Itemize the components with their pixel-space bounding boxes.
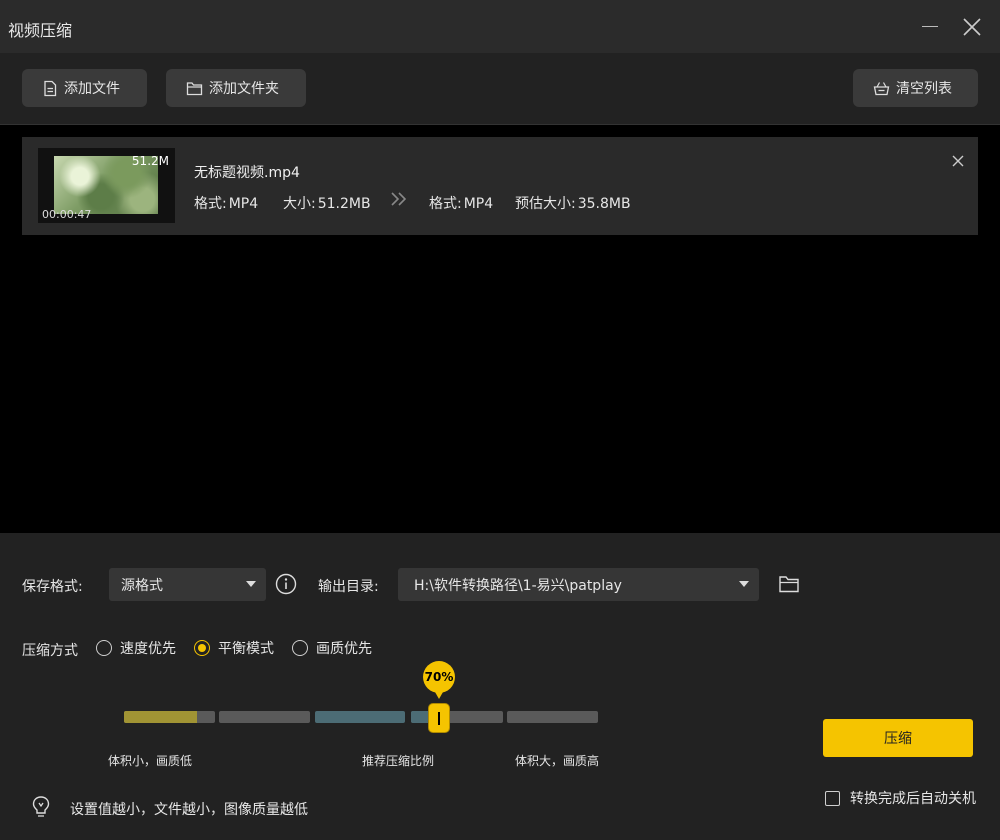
estimated-size-label: 预估大小: [515, 196, 576, 212]
save-format-label: 保存格式: [22, 579, 83, 595]
clear-list-label: 清空列表 [896, 81, 952, 97]
lightbulb-icon [31, 795, 51, 819]
add-file-label: 添加文件 [64, 81, 120, 97]
basket-icon [873, 81, 890, 95]
slider-handle[interactable] [428, 703, 450, 733]
remove-file-icon[interactable] [948, 151, 968, 171]
source-format-label: 格式: [194, 196, 227, 212]
auto-shutdown-label: 转换完成后自动关机 [850, 791, 976, 807]
radio-label: 速度优先 [120, 641, 176, 657]
slider-segment[interactable] [507, 711, 598, 723]
file-list: 51.2M 00:00:47 无标题视频.mp4 格式: MP4 大小: 51.2M… [0, 126, 1000, 533]
window-title: 视频压缩 [8, 21, 73, 40]
minimize-icon[interactable] [914, 8, 948, 44]
settings-panel: 保存格式: 源格式 输出目录: H:\软件转换路径\1-易兴\patplay 压… [0, 533, 1000, 840]
chevron-down-icon [739, 581, 749, 587]
slider-segment[interactable] [315, 711, 405, 723]
radio-label: 画质优先 [316, 641, 372, 657]
video-thumbnail: 51.2M 00:00:47 [38, 148, 175, 223]
slider-segment-fill [124, 711, 197, 723]
hint-text: 设置值越小，文件越小，图像质量越低 [70, 802, 308, 818]
output-dir-select[interactable]: H:\软件转换路径\1-易兴\patplay [398, 568, 759, 601]
radio-quality-priority[interactable]: 画质优先 [292, 638, 372, 658]
folder-icon [186, 81, 203, 95]
file-item[interactable]: 51.2M 00:00:47 无标题视频.mp4 格式: MP4 大小: 51.2M… [22, 137, 978, 235]
radio-dot [194, 640, 210, 656]
radio-dot [292, 640, 308, 656]
output-dir-label: 输出目录: [318, 579, 379, 595]
ratio-bubble: 70% [423, 661, 455, 699]
thumbnail-size: 51.2M [131, 154, 169, 168]
toolbar: 添加文件 添加文件夹 清空列表 [0, 53, 1000, 125]
add-folder-button[interactable]: 添加文件夹 [166, 69, 306, 107]
estimated-size-value: 35.8MB [577, 196, 631, 212]
radio-speed-priority[interactable]: 速度优先 [96, 638, 176, 658]
clear-list-button[interactable]: 清空列表 [853, 69, 978, 107]
save-format-select[interactable]: 源格式 [109, 568, 266, 601]
slider-segment[interactable] [411, 711, 503, 723]
output-format: 格式: MP4 [429, 193, 493, 213]
label-recommended-ratio: 推荐压缩比例 [362, 754, 435, 768]
estimated-size: 预估大小: 35.8MB [515, 193, 631, 213]
source-format: 格式: MP4 [194, 193, 258, 213]
compress-button[interactable]: 压缩 [823, 719, 973, 757]
slider-segment[interactable] [124, 711, 215, 723]
add-folder-label: 添加文件夹 [209, 81, 279, 97]
close-window-icon[interactable] [956, 10, 988, 44]
source-size-value: 51.2MB [317, 196, 371, 212]
video-duration: 00:00:47 [42, 208, 92, 221]
radio-balanced-mode[interactable]: 平衡模式 [194, 638, 274, 658]
file-name: 无标题视频.mp4 [194, 165, 300, 181]
double-chevron-right-icon [390, 191, 408, 211]
slider-segment[interactable] [219, 711, 310, 723]
source-size-label: 大小: [283, 196, 316, 212]
chevron-down-icon [246, 581, 256, 587]
radio-dot [96, 640, 112, 656]
label-large-size: 体积大，画质高 [515, 754, 600, 768]
info-icon[interactable] [275, 573, 297, 595]
label-small-size: 体积小，画质低 [108, 754, 193, 768]
output-format-label: 格式: [429, 196, 462, 212]
output-dir-value: H:\软件转换路径\1-易兴\patplay [414, 577, 622, 594]
title-bar: 视频压缩 [0, 0, 1000, 53]
source-format-value: MP4 [228, 196, 259, 212]
source-size: 大小: 51.2MB [283, 193, 371, 213]
auto-shutdown-checkbox[interactable]: 转换完成后自动关机 [825, 788, 976, 808]
add-file-button[interactable]: 添加文件 [22, 69, 147, 107]
output-format-value: MP4 [463, 196, 494, 212]
radio-label: 平衡模式 [218, 641, 274, 657]
save-format-value: 源格式 [121, 577, 163, 594]
checkbox-box[interactable] [825, 790, 840, 806]
open-folder-icon[interactable] [778, 574, 800, 594]
file-icon [44, 80, 57, 96]
compress-mode-label: 压缩方式 [22, 643, 78, 659]
